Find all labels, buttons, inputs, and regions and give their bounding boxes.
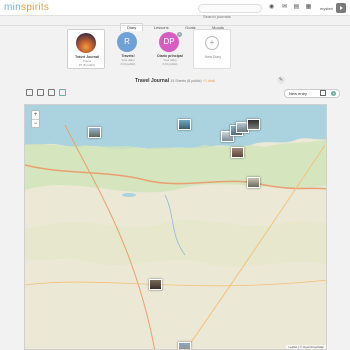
zoom-out-button[interactable]: − (32, 119, 39, 127)
diary-avatar: R (117, 32, 137, 52)
search-box[interactable] (198, 4, 262, 20)
diary-count: 0 (0 public) (120, 62, 136, 66)
diary-cover-image (76, 33, 96, 53)
map-canvas (25, 105, 326, 349)
photo-marker[interactable] (178, 342, 191, 349)
map-attribution[interactable]: Leaflet | © OpenStreetMap (286, 345, 326, 349)
photo-marker[interactable] (247, 119, 260, 130)
app-logo[interactable]: minspirits (4, 2, 49, 13)
diary-card-travel-journal[interactable]: Travel Journal Travel 15 (8 public) (67, 29, 105, 69)
journal-draft-link[interactable]: +1 draft (203, 79, 215, 83)
gallery-view-icon[interactable] (48, 89, 55, 96)
photo-marker[interactable] (231, 147, 244, 158)
username[interactable]: mysteri (320, 6, 333, 11)
globe-icon[interactable]: ◉ (268, 4, 275, 11)
diary-avatar: DP (159, 32, 179, 52)
new-entry-button[interactable]: New entry + (284, 89, 340, 98)
zoom-control: + − (31, 110, 40, 128)
photo-marker[interactable] (178, 119, 191, 130)
journal-meta: 15 Sheets (8 public) (170, 79, 202, 83)
tab-divider (0, 25, 350, 26)
apps-icon[interactable]: ▦ (305, 4, 312, 11)
plus-icon: + (205, 36, 219, 50)
photo-marker[interactable] (247, 177, 260, 188)
diary-view-icon[interactable]: ▤ (293, 4, 300, 11)
new-diary-label: New Diary (204, 55, 222, 59)
list-view-icon[interactable] (26, 89, 33, 96)
journal-title: Travel Journal (135, 78, 169, 84)
diary-badge: 2 (177, 32, 182, 37)
photo-marker[interactable] (149, 279, 162, 290)
diary-card-diario-principal[interactable]: DP 2 Diario principal Your diary 0 (0 pu… (151, 29, 189, 69)
top-bar: minspirits ◉ ✉ ▤ ▦ mysteri (0, 0, 350, 20)
user-avatar[interactable] (336, 3, 346, 13)
reservoir (122, 193, 136, 197)
main-tabs: Diary Lessons Goals Moods (0, 16, 350, 31)
diary-count: 15 (8 public) (78, 63, 96, 67)
logo-min-text: min (4, 2, 22, 13)
new-entry-label: New entry (289, 91, 308, 96)
diary-count: 0 (0 public) (162, 62, 178, 66)
logo-spirits-text: spirits (21, 2, 50, 13)
photo-marker[interactable] (88, 127, 101, 138)
notifications-icon[interactable]: ✉ (281, 4, 288, 11)
zoom-in-button[interactable]: + (32, 111, 39, 119)
calendar-view-icon[interactable] (37, 89, 44, 96)
map-view[interactable]: + − Leaflet | © OpenStreetMap (24, 104, 327, 350)
view-toolbar: New entry + (24, 88, 340, 98)
grid-toggle-icon[interactable] (320, 90, 326, 96)
plus-icon: + (331, 91, 336, 96)
diary-card-travels[interactable]: R Travels! Your diary 0 (0 public) (109, 29, 147, 69)
edit-journal-icon[interactable]: ✎ (277, 76, 285, 84)
map-view-icon[interactable] (59, 89, 66, 96)
new-diary-button[interactable]: + New Diary (193, 29, 231, 69)
journal-header: Travel Journal 15 Sheets (8 public) +1 d… (0, 78, 350, 84)
